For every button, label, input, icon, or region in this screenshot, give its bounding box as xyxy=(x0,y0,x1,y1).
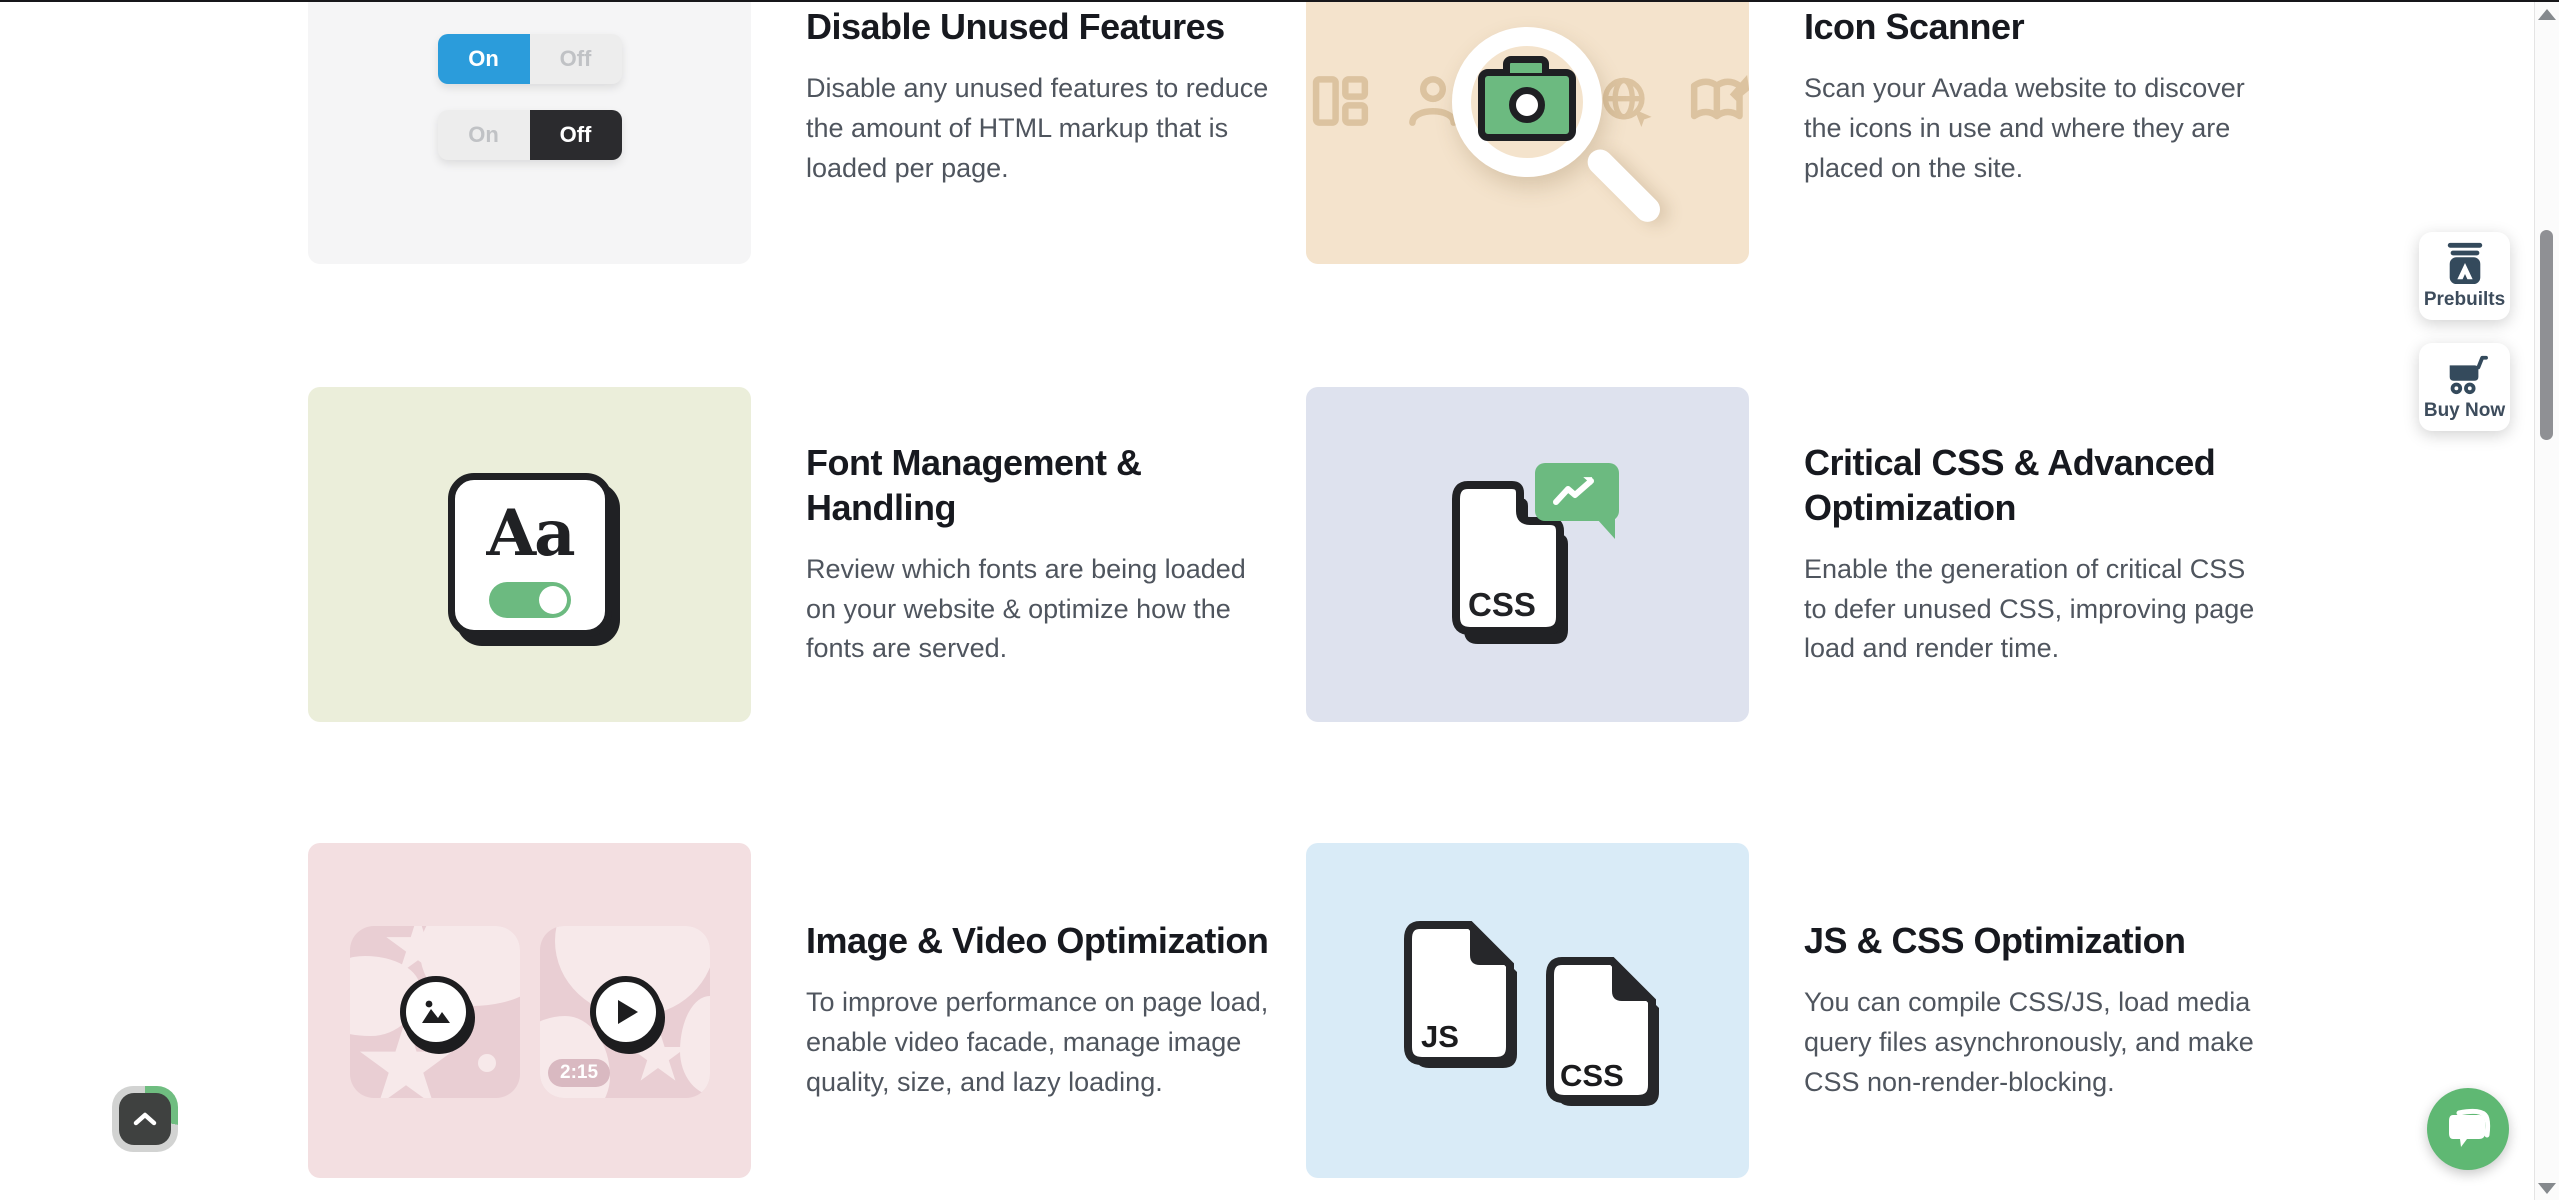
scrollbar-thumb[interactable] xyxy=(2540,230,2553,440)
buy-now-button[interactable]: Buy Now xyxy=(2419,343,2510,431)
font-sample-glyph: Aa xyxy=(486,502,573,566)
feature-description: Disable any unused features to reduce th… xyxy=(806,69,1276,189)
scrollbar-up-arrow[interactable] xyxy=(2538,9,2556,20)
chevron-up-icon xyxy=(133,1112,157,1126)
font-preview-icon: Aa xyxy=(448,473,612,637)
icon-scanner-text: Icon Scanner Scan your Avada website to … xyxy=(1804,4,2274,189)
magnifier-handle xyxy=(1582,144,1665,227)
svg-text:CSS: CSS xyxy=(1468,586,1536,623)
feature-description: Scan your Avada website to discover the … xyxy=(1804,69,2274,189)
video-duration-badge: 2:15 xyxy=(548,1059,610,1087)
feature-title: Disable Unused Features xyxy=(806,4,1276,49)
scroll-to-top-inner xyxy=(119,1093,171,1145)
growth-bubble-icon xyxy=(1535,463,1619,521)
chat-bubbles-icon xyxy=(2445,1107,2491,1151)
feature-title: Icon Scanner xyxy=(1804,4,2274,49)
critical-css-illustration-card: CSS xyxy=(1306,387,1749,722)
feature-icon-scanner: Icon Scanner Scan your Avada website to … xyxy=(1306,0,2274,264)
scrollbar-down-arrow[interactable] xyxy=(2538,1183,2556,1194)
feature-description: You can compile CSS/JS, load media query… xyxy=(1804,983,2274,1103)
globe-cursor-icon xyxy=(1598,75,1658,133)
avada-prebuilts-icon xyxy=(2442,241,2488,285)
video-thumbnail: 2:15 xyxy=(540,926,710,1098)
toggle1-on-segment: On xyxy=(438,34,530,84)
chat-widget-button[interactable] xyxy=(2427,1088,2509,1170)
toggle-illustration: On Off On Off xyxy=(308,0,751,264)
feature-title: Image & Video Optimization xyxy=(806,918,1276,963)
play-icon xyxy=(617,999,639,1025)
toggle2-off-segment: Off xyxy=(530,110,622,160)
feature-title: Font Management & Handling xyxy=(806,440,1276,530)
scroll-to-top-button[interactable] xyxy=(112,1086,178,1152)
prebuilts-button[interactable]: Prebuilts xyxy=(2419,232,2510,320)
font-toggle-icon xyxy=(489,582,571,618)
feature-title: JS & CSS Optimization xyxy=(1804,918,2274,963)
prebuilts-label: Prebuilts xyxy=(2424,289,2505,311)
window-top-edge xyxy=(0,0,2559,2)
thumb-blob xyxy=(680,996,710,1096)
critical-css-text: Critical CSS & Advanced Optimization Ena… xyxy=(1804,440,2274,670)
page-scrollbar xyxy=(2534,0,2559,1200)
font-management-text: Font Management & Handling Review which … xyxy=(806,440,1276,670)
floating-side-nav: Prebuilts Buy Now xyxy=(2419,232,2510,431)
disable-features-text: Disable Unused Features Disable any unus… xyxy=(806,4,1276,189)
feature-js-css: JS CSS JS & CSS Optimization You can com… xyxy=(1306,843,2274,1178)
on-off-toggle-1: On Off xyxy=(438,34,622,84)
on-off-toggle-2: On Off xyxy=(438,110,622,160)
icon-scanner-illustration-card xyxy=(1306,0,1749,264)
feature-font-management: Aa Font Management & Handling Review whi… xyxy=(308,387,1276,722)
js-css-text: JS & CSS Optimization You can compile CS… xyxy=(1804,918,2274,1103)
toggle1-off-segment: Off xyxy=(530,34,622,84)
image-icon xyxy=(420,999,452,1025)
feature-critical-css: CSS Critical CSS & Advanced Optimization… xyxy=(1306,387,2274,722)
dot-shape xyxy=(478,1054,496,1072)
feature-description: Review which fonts are being loaded on y… xyxy=(806,550,1276,670)
font-illustration-card: Aa xyxy=(308,387,751,722)
feature-title: Critical CSS & Advanced Optimization xyxy=(1804,440,2274,530)
image-video-text: Image & Video Optimization To improve pe… xyxy=(806,918,1276,1103)
image-thumbnail xyxy=(350,926,520,1098)
css-file-icon: CSS xyxy=(1536,955,1670,1107)
js-css-illustration-card: JS CSS xyxy=(1306,843,1749,1178)
feature-description: Enable the generation of critical CSS to… xyxy=(1804,550,2274,670)
disable-features-illustration-card: On Off On Off xyxy=(308,0,751,264)
image-button xyxy=(400,976,472,1048)
svg-text:JS: JS xyxy=(1421,1019,1459,1054)
trending-up-icon xyxy=(1553,476,1601,508)
cart-icon xyxy=(2442,352,2488,396)
font-toggle-knob xyxy=(539,586,567,614)
book-pencil-icon xyxy=(1688,75,1749,129)
feature-description: To improve performance on page load, ena… xyxy=(806,983,1276,1103)
layout-icon xyxy=(1312,75,1370,127)
image-video-illustration-card: 2:15 xyxy=(308,843,751,1178)
svg-text:CSS: CSS xyxy=(1560,1058,1624,1093)
js-file-icon: JS xyxy=(1394,919,1528,1069)
play-button xyxy=(590,976,662,1048)
camera-lens xyxy=(1509,87,1545,123)
camera-icon xyxy=(1478,69,1576,141)
feature-image-video: 2:15 Image & Video Optimization To impro… xyxy=(308,843,1276,1178)
buy-now-label: Buy Now xyxy=(2424,400,2505,422)
bubble-tail xyxy=(1597,519,1615,539)
feature-disable-unused-features: On Off On Off Disable Unused Features Di… xyxy=(308,0,1276,264)
toggle2-on-segment: On xyxy=(438,110,530,160)
